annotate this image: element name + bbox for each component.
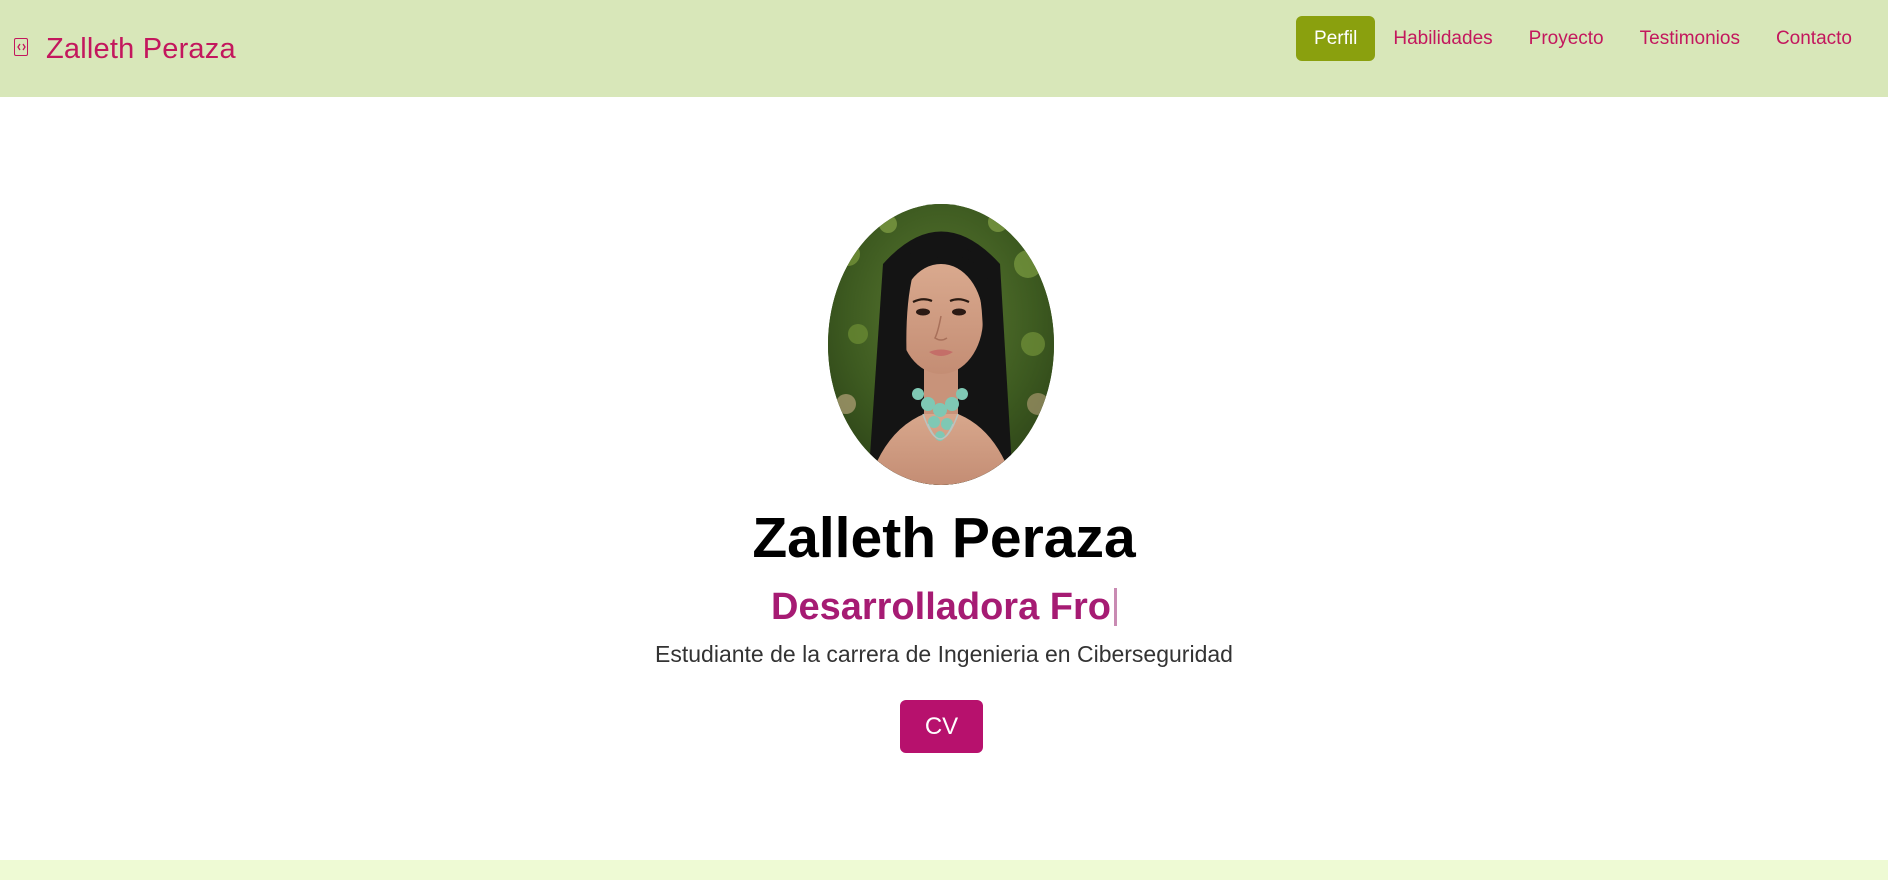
hero-section: Zalleth Peraza Desarrolladora Fro Estudi… — [0, 97, 1888, 860]
code-file-icon — [14, 37, 28, 56]
nav-link-testimonios[interactable]: Testimonios — [1622, 18, 1758, 59]
hero-name: Zalleth Peraza — [752, 506, 1136, 570]
brand-name: Zalleth Peraza — [46, 33, 236, 65]
next-section-edge — [0, 860, 1888, 880]
nav-link-habilidades[interactable]: Habilidades — [1375, 18, 1510, 59]
typing-cursor — [1114, 588, 1117, 626]
profile-photo — [828, 204, 1054, 485]
nav-links: Perfil Habilidades Proyecto Testimonios … — [1296, 16, 1870, 61]
top-navbar: Zalleth Peraza Perfil Habilidades Proyec… — [0, 0, 1888, 97]
nav-link-contacto[interactable]: Contacto — [1758, 18, 1870, 59]
cv-button[interactable]: CV — [900, 700, 983, 753]
nav-link-perfil[interactable]: Perfil — [1296, 16, 1376, 61]
brand-link[interactable]: Zalleth Peraza — [14, 31, 236, 66]
nav-link-proyecto[interactable]: Proyecto — [1511, 18, 1622, 59]
hero-role-typed: Desarrolladora Fro — [0, 586, 1888, 629]
hero-description: Estudiante de la carrera de Ingenieria e… — [655, 641, 1233, 667]
hero-role-text: Desarrolladora Fro — [771, 586, 1111, 628]
